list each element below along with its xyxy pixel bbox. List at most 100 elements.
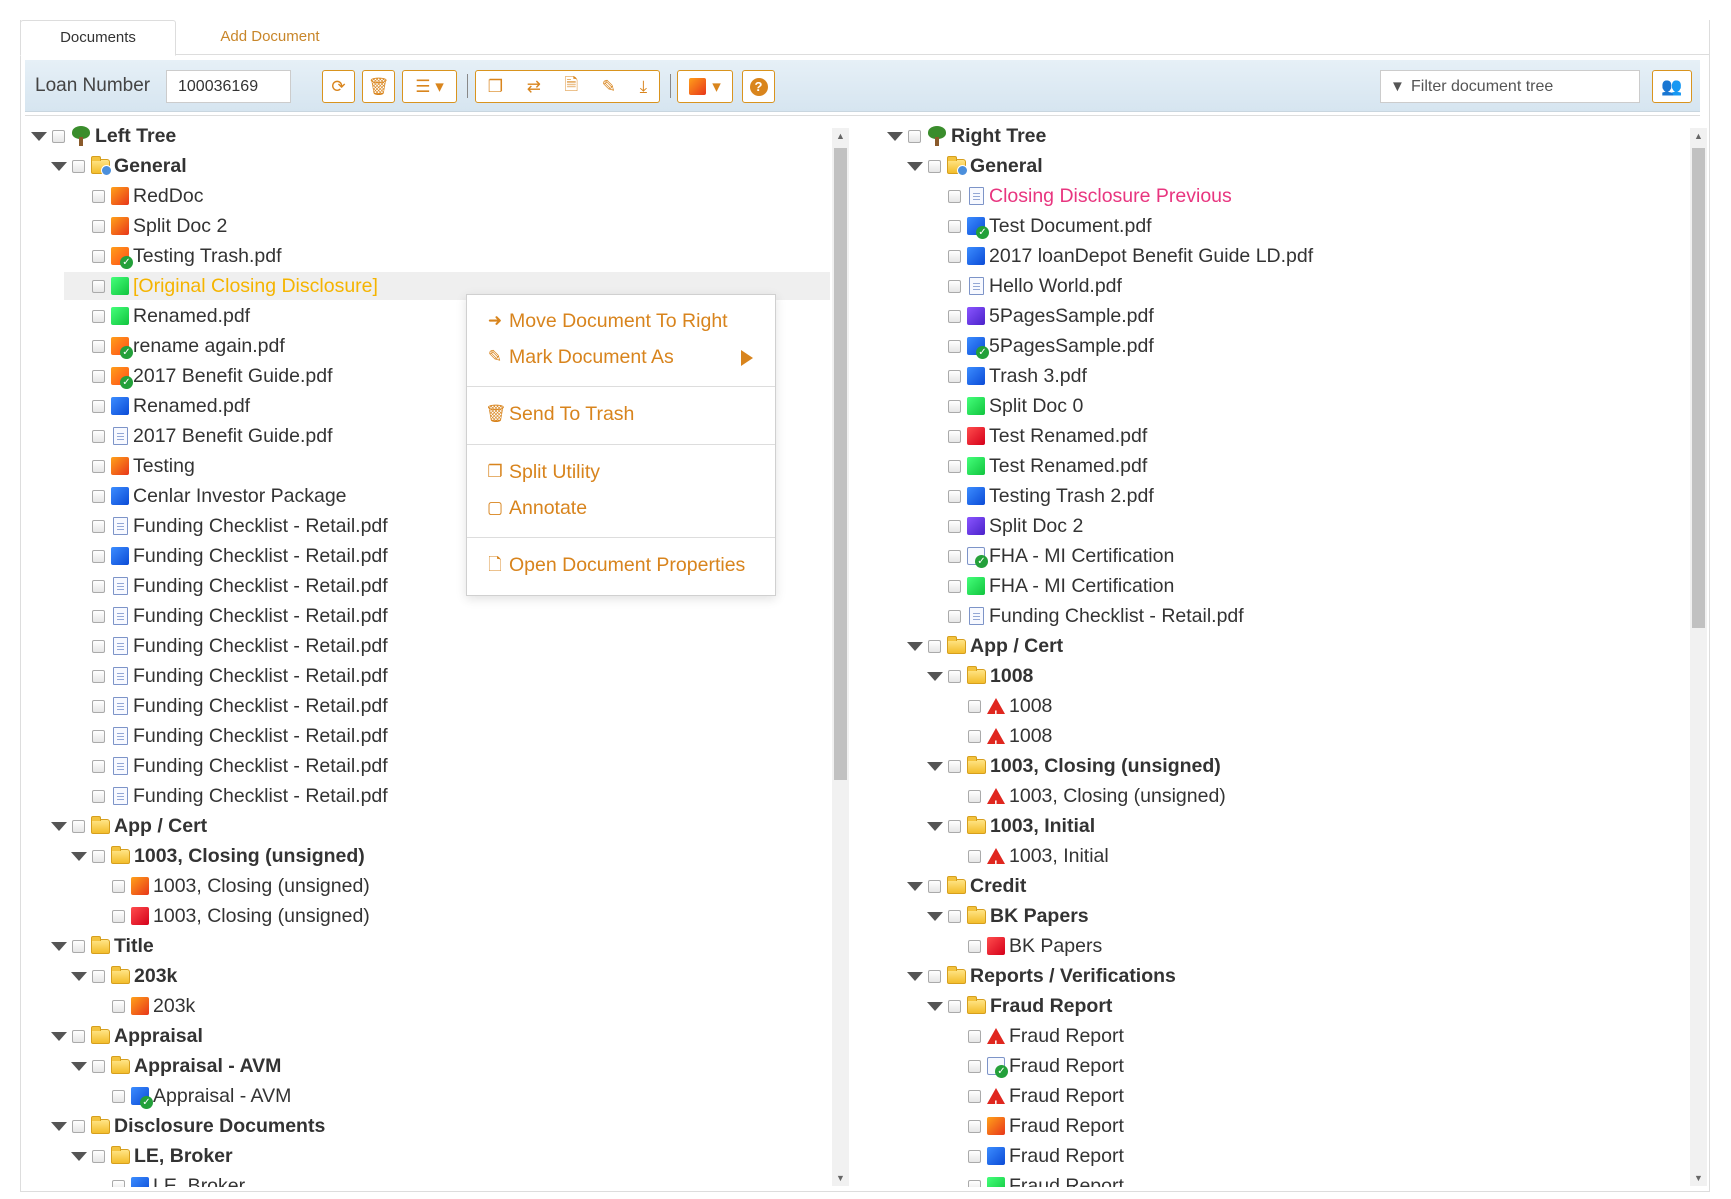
scroll-up-icon[interactable]: ▲	[1694, 131, 1703, 141]
expand-toggle-icon[interactable]	[906, 968, 923, 984]
swap-icon[interactable]: ⇄	[527, 77, 541, 97]
node-checkbox[interactable]	[968, 789, 981, 803]
tree-document[interactable]: 2017 Benefit Guide.pdf	[70, 362, 333, 390]
expand-toggle-icon[interactable]	[926, 758, 943, 774]
tree-document[interactable]: Split Doc 2	[926, 512, 1083, 540]
node-checkbox[interactable]	[92, 309, 105, 323]
scroll-up-icon[interactable]: ▲	[836, 131, 845, 141]
node-checkbox[interactable]	[968, 1179, 981, 1187]
node-checkbox[interactable]	[92, 369, 105, 383]
tree-document[interactable]: Funding Checklist - Retail.pdf	[70, 602, 388, 630]
node-checkbox[interactable]	[948, 489, 961, 503]
tree-document[interactable]: BK Papers	[946, 932, 1102, 960]
expand-toggle-icon[interactable]	[50, 938, 67, 954]
node-checkbox[interactable]	[948, 249, 961, 263]
tree-document[interactable]: Funding Checklist - Retail.pdf	[70, 752, 388, 780]
node-checkbox[interactable]	[112, 1179, 125, 1187]
expand-toggle-icon[interactable]	[926, 668, 943, 684]
left-scroll-thumb[interactable]	[834, 148, 847, 780]
tree-document[interactable]: 5PagesSample.pdf	[926, 332, 1154, 360]
tree-folder[interactable]: Credit	[906, 872, 1026, 900]
tree-document[interactable]: FHA - MI Certification	[926, 542, 1174, 570]
tree-document[interactable]: Appraisal - AVM	[90, 1082, 291, 1110]
node-checkbox[interactable]	[72, 159, 85, 173]
tree-document[interactable]: 5PagesSample.pdf	[926, 302, 1154, 330]
tree-document[interactable]: 2017 Benefit Guide.pdf	[70, 422, 333, 450]
node-checkbox[interactable]	[92, 579, 105, 593]
tree-folder[interactable]: Title	[50, 932, 154, 960]
tree-document[interactable]: Fraud Report	[946, 1142, 1124, 1170]
node-checkbox[interactable]	[968, 1029, 981, 1043]
tree-document[interactable]: LE, Broker	[90, 1172, 245, 1187]
node-checkbox[interactable]	[948, 909, 961, 923]
expand-toggle-icon[interactable]	[906, 878, 923, 894]
expand-toggle-icon[interactable]	[926, 998, 943, 1014]
tree-document[interactable]: Funding Checklist - Retail.pdf	[70, 722, 388, 750]
expand-toggle-icon[interactable]	[70, 1148, 87, 1164]
tree-document[interactable]: Trash 3.pdf	[926, 362, 1087, 390]
node-checkbox[interactable]	[948, 309, 961, 323]
tree-document[interactable]: Fraud Report	[946, 1172, 1124, 1187]
node-checkbox[interactable]	[948, 219, 961, 233]
node-checkbox[interactable]	[92, 189, 105, 203]
right-tree-scrollbar[interactable]: ▲ ▼	[1690, 128, 1707, 1186]
tree-document[interactable]: Split Doc 2	[70, 212, 227, 240]
node-checkbox[interactable]	[948, 459, 961, 473]
node-checkbox[interactable]	[92, 1149, 105, 1163]
node-checkbox[interactable]	[92, 669, 105, 683]
node-checkbox[interactable]	[948, 579, 961, 593]
node-checkbox[interactable]	[948, 759, 961, 773]
tree-folder[interactable]: Appraisal	[50, 1022, 203, 1050]
node-checkbox[interactable]	[948, 609, 961, 623]
tree-document[interactable]: 203k	[90, 992, 195, 1020]
tree-folder[interactable]: Right Tree	[886, 122, 1046, 150]
node-checkbox[interactable]	[92, 849, 105, 863]
tree-document[interactable]: Fraud Report	[946, 1082, 1124, 1119]
tree-document[interactable]: Funding Checklist - Retail.pdf	[70, 512, 388, 540]
node-checkbox[interactable]	[92, 639, 105, 653]
loan-number-input[interactable]: 100036169	[166, 70, 291, 103]
tree-folder[interactable]: 1003, Closing (unsigned)	[926, 752, 1221, 780]
node-checkbox[interactable]	[928, 159, 941, 173]
node-checkbox[interactable]	[52, 129, 65, 143]
node-checkbox[interactable]	[92, 969, 105, 983]
node-checkbox[interactable]	[968, 699, 981, 713]
list-menu-button[interactable]: ☰ ▾	[402, 70, 457, 103]
tree-document[interactable]: 2017 loanDepot Benefit Guide LD.pdf	[926, 242, 1313, 270]
node-checkbox[interactable]	[968, 1149, 981, 1163]
tab-add-document[interactable]: Add Document	[190, 20, 350, 56]
tree-folder[interactable]: LE, Broker	[70, 1142, 233, 1170]
menu-item-mark-as[interactable]: ✎ Mark Document As	[485, 343, 674, 371]
node-checkbox[interactable]	[92, 1059, 105, 1073]
tree-document[interactable]: Funding Checklist - Retail.pdf	[70, 542, 388, 570]
tab-documents[interactable]: Documents	[20, 20, 176, 56]
right-scroll-thumb[interactable]	[1692, 148, 1705, 628]
expand-toggle-icon[interactable]	[70, 968, 87, 984]
tree-folder[interactable]: App / Cert	[906, 632, 1063, 660]
tree-document[interactable]: Test Renamed.pdf	[926, 422, 1147, 450]
node-checkbox[interactable]	[968, 849, 981, 863]
scroll-down-icon[interactable]: ▼	[1694, 1173, 1703, 1183]
node-checkbox[interactable]	[928, 639, 941, 653]
node-checkbox[interactable]	[92, 459, 105, 473]
tree-document[interactable]: Hello World.pdf	[926, 272, 1122, 300]
node-checkbox[interactable]	[92, 249, 105, 263]
tree-document[interactable]: Closing Disclosure Previous	[926, 182, 1232, 210]
menu-item-send-trash[interactable]: 🗑 Send To Trash	[485, 400, 634, 428]
node-checkbox[interactable]	[92, 279, 105, 293]
node-checkbox[interactable]	[928, 879, 941, 893]
tree-document[interactable]: rename again.pdf	[70, 332, 285, 360]
node-checkbox[interactable]	[92, 339, 105, 353]
tree-document[interactable]: Funding Checklist - Retail.pdf	[70, 782, 388, 810]
expand-toggle-icon[interactable]	[30, 128, 47, 144]
tree-folder[interactable]: 1008	[926, 662, 1033, 690]
node-checkbox[interactable]	[948, 399, 961, 413]
tree-document[interactable]: Test Document.pdf	[926, 212, 1152, 240]
eraser-icon[interactable]: ✎	[602, 77, 616, 97]
expand-toggle-icon[interactable]	[906, 158, 923, 174]
node-checkbox[interactable]	[112, 999, 125, 1013]
tree-document[interactable]: 1003, Closing (unsigned)	[90, 872, 370, 900]
node-checkbox[interactable]	[92, 489, 105, 503]
tree-document[interactable]: Renamed.pdf	[70, 302, 250, 330]
tree-document[interactable]: 1003, Closing (unsigned)	[946, 782, 1226, 819]
